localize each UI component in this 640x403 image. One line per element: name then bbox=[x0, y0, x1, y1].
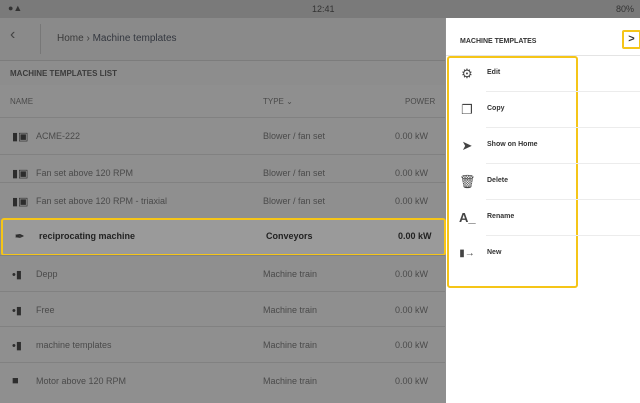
fan-set-icon: ▮▣ bbox=[12, 168, 29, 180]
back-chevron-icon[interactable]: ‹ bbox=[10, 26, 34, 50]
menu-item-delete[interactable]: 🗑 Delete bbox=[446, 164, 640, 200]
menu-item-rename[interactable]: A_ Rename bbox=[446, 200, 640, 236]
menu-item-show-on-home[interactable]: ➤ Show on Home bbox=[446, 128, 640, 164]
breadcrumb-separator: › bbox=[86, 33, 90, 44]
fan-set-icon: ▮▣ bbox=[12, 131, 29, 143]
menu-title: MACHINE TEMPLATES bbox=[460, 38, 537, 45]
signal-icon: ●▲ bbox=[8, 3, 23, 13]
row-type: Blower / fan set bbox=[263, 196, 326, 206]
row-type: Conveyors bbox=[266, 231, 313, 241]
row-type: Machine train bbox=[263, 269, 318, 279]
row-power: 0.00 kW bbox=[395, 168, 429, 178]
menu-item-label: New bbox=[487, 249, 502, 256]
table-row[interactable]: •▮ Depp Machine train 0.00 kW bbox=[0, 255, 445, 292]
fan-set-icon: ▮▣ bbox=[12, 196, 29, 208]
column-name-header[interactable]: NAME bbox=[10, 97, 33, 106]
menu-item-label: Edit bbox=[487, 69, 501, 76]
row-type: Machine train bbox=[263, 376, 318, 386]
row-type: Blower / fan set bbox=[263, 168, 326, 178]
column-type-header[interactable]: TYPE ⌄ bbox=[263, 97, 293, 106]
navigation-bar: ‹ Home › Machine templates bbox=[0, 18, 445, 60]
row-name: reciprocating machine bbox=[39, 231, 136, 241]
row-power: 0.00 kW bbox=[395, 376, 429, 386]
table-header: NAME TYPE ⌄ POWER bbox=[0, 85, 445, 117]
row-type: Machine train bbox=[263, 305, 318, 315]
breadcrumb-current: Machine templates bbox=[92, 33, 177, 44]
row-power: 0.00 kW bbox=[395, 305, 429, 315]
row-name: Fan set above 120 RPM - triaxial bbox=[36, 196, 168, 206]
menu-item-label: Copy bbox=[487, 105, 505, 112]
row-type: Blower / fan set bbox=[263, 131, 326, 141]
machine-train-icon: •▮ bbox=[12, 305, 22, 317]
table-row[interactable]: ▮▣ ACME-222 Blower / fan set 0.00 kW bbox=[0, 117, 445, 154]
menu-item-label: Delete bbox=[487, 177, 509, 184]
machine-train-icon: •▮ bbox=[12, 340, 22, 352]
trash-icon: 🗑 bbox=[459, 174, 476, 189]
menu-item-edit[interactable]: ⚙ Edit bbox=[446, 56, 640, 92]
sort-arrow-icon: ⌄ bbox=[286, 97, 293, 106]
breadcrumb-home[interactable]: Home bbox=[57, 33, 84, 44]
conveyor-icon: ✒ bbox=[15, 231, 25, 243]
clock: 12:41 bbox=[312, 4, 335, 14]
row-power: 0.00 kW bbox=[395, 131, 429, 141]
list-title: MACHINE TEMPLATES LIST bbox=[10, 69, 117, 78]
menu-item-label: Rename bbox=[487, 213, 515, 220]
table-row[interactable]: •▮ Free Machine train 0.00 kW bbox=[0, 291, 445, 328]
row-name: Depp bbox=[36, 269, 58, 279]
row-name: Fan set above 120 RPM bbox=[36, 168, 134, 178]
close-chevron-icon[interactable]: > bbox=[622, 30, 640, 49]
list-title-bar: MACHINE TEMPLATES LIST bbox=[0, 60, 445, 86]
breadcrumb: Home › Machine templates bbox=[57, 33, 177, 44]
gear-icon: ⚙ bbox=[461, 66, 473, 81]
row-name: Free bbox=[36, 305, 55, 315]
new-icon: ▮→ bbox=[459, 248, 475, 259]
menu-item-new[interactable]: ▮→ New bbox=[446, 236, 640, 272]
row-name: Motor above 120 RPM bbox=[36, 376, 127, 386]
row-name: ACME-222 bbox=[36, 131, 81, 141]
context-menu-panel: MACHINE TEMPLATES > ⚙ Edit ❐ Copy ➤ Show… bbox=[446, 18, 640, 403]
row-power: 0.00 kW bbox=[398, 231, 432, 241]
table-row[interactable]: ▮▣ Fan set above 120 RPM - triaxial Blow… bbox=[0, 182, 445, 219]
column-power-header[interactable]: POWER bbox=[405, 97, 435, 106]
table-row-selected[interactable]: ✒ reciprocating machine Conveyors 0.00 k… bbox=[1, 218, 446, 256]
motor-icon: ■ bbox=[12, 375, 19, 387]
status-bar: ●▲ 12:41 80% bbox=[0, 0, 640, 18]
row-power: 0.00 kW bbox=[395, 340, 429, 350]
battery-level: 80% bbox=[615, 4, 634, 14]
menu-item-label: Show on Home bbox=[487, 141, 538, 148]
row-name: machine templates bbox=[36, 340, 112, 350]
divider bbox=[40, 24, 41, 54]
row-type: Machine train bbox=[263, 340, 318, 350]
machine-train-icon: •▮ bbox=[12, 269, 22, 281]
rename-icon: A_ bbox=[459, 210, 476, 225]
arrow-icon: ➤ bbox=[461, 138, 473, 153]
row-power: 0.00 kW bbox=[395, 196, 429, 206]
column-type-label: TYPE bbox=[263, 97, 284, 106]
menu-item-copy[interactable]: ❐ Copy bbox=[446, 92, 640, 128]
table-row[interactable]: •▮ machine templates Machine train 0.00 … bbox=[0, 326, 445, 363]
copy-icon: ❐ bbox=[461, 102, 473, 117]
table-row[interactable]: ■ Motor above 120 RPM Machine train 0.00… bbox=[0, 362, 445, 399]
row-power: 0.00 kW bbox=[395, 269, 429, 279]
